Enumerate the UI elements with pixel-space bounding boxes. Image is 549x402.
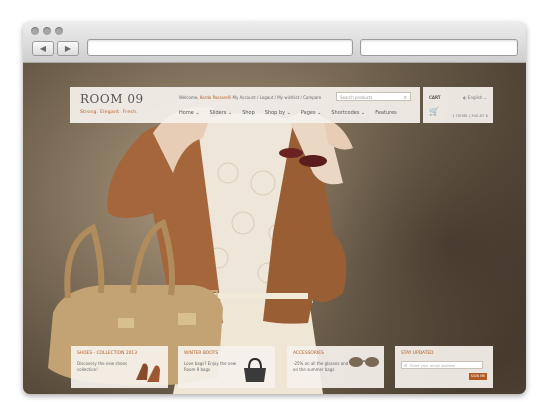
search-placeholder: Search products <box>340 95 373 100</box>
shoes-image <box>136 363 160 382</box>
back-arrow-icon[interactable]: ◀ <box>32 41 54 56</box>
address-bar[interactable] <box>87 39 353 56</box>
cart-label: CART <box>429 95 441 100</box>
newsletter-placeholder: Enter your email address <box>410 364 456 368</box>
promo-title: WINTER BOOTS <box>184 351 219 356</box>
site-tagline: Strong. Elegant. Fresh. <box>80 110 138 115</box>
forward-arrow-icon[interactable]: ▶ <box>57 41 79 56</box>
menu-item-features[interactable]: Features <box>375 110 397 116</box>
sunglasses-image <box>349 357 379 367</box>
promo-desc: Love bags? Enjoy the new Room 9 bags <box>184 361 237 372</box>
web-page: ROOM 09 Strong. Elegant. Fresh. Welcome,… <box>23 63 526 394</box>
browser-chrome: ◀ ▶ <box>23 22 526 63</box>
site-header: ROOM 09 Strong. Elegant. Fresh. Welcome,… <box>70 87 420 123</box>
newsletter-email-input[interactable]: ✉ Enter your email address <box>401 361 483 369</box>
cart-panel[interactable]: CART ◐ English ⌄ 🛒 1 ITEMS | 300.87 $ <box>423 87 493 123</box>
menu-item-shop-by[interactable]: Shop by ⌄ <box>265 110 291 116</box>
maximize-dot[interactable] <box>55 27 63 35</box>
welcome-bar: Welcome, Kerdo Passarelli My Account / L… <box>179 95 321 100</box>
newsletter-submit-button[interactable]: SIGN ME <box>469 373 487 380</box>
menu-item-label: Shop by <box>264 110 286 116</box>
main-menu: Home ⌄ Sliders ⌄ Shop Shop by ⌄ Pages ⌄ … <box>179 110 397 116</box>
menu-item-label: Home <box>179 110 194 116</box>
menu-item-label: Shortcodes <box>331 110 360 116</box>
language-selector[interactable]: ◐ English ⌄ <box>463 95 487 100</box>
menu-item-shop[interactable]: Shop <box>242 110 255 116</box>
site-logo[interactable]: ROOM 09 <box>80 92 144 106</box>
promo-desc: -25% on all the glasses and on the summe… <box>293 361 349 372</box>
cart-summary: 1 ITEMS | 300.87 $ <box>452 113 488 118</box>
search-icon[interactable]: ⌕ <box>404 93 407 102</box>
menu-item-pages[interactable]: Pages ⌄ <box>301 110 322 116</box>
search-input[interactable]: Search products ⌕ <box>336 92 411 101</box>
promo-shoes[interactable]: SHOES - COLLECTION 2013 Discovery the ne… <box>71 346 168 388</box>
menu-item-label: Pages <box>300 110 316 116</box>
menu-item-home[interactable]: Home ⌄ <box>179 110 200 116</box>
menu-item-sliders[interactable]: Sliders ⌄ <box>210 110 233 116</box>
minimize-dot[interactable] <box>43 27 51 35</box>
search-bar[interactable] <box>360 39 518 56</box>
bag-image <box>244 357 266 382</box>
mail-icon: ✉ <box>404 363 408 368</box>
promo-winter-boots[interactable]: WINTER BOOTS Love bags? Enjoy the new Ro… <box>178 346 275 388</box>
browser-window: ◀ ▶ ROOM 09 Strong. Elegant. Fresh. Welc… <box>23 22 526 394</box>
menu-item-label: Sliders <box>209 110 227 116</box>
shopping-cart-icon[interactable]: 🛒 <box>429 107 439 116</box>
promo-desc: Discovery the new shoes collection! <box>77 361 128 372</box>
account-links[interactable]: My Account / Logout / My wishlist / Comp… <box>233 95 322 100</box>
promo-title: ACCESSORIES <box>293 351 324 356</box>
user-name[interactable]: Kerdo Passarelli <box>200 95 231 100</box>
promo-title: SHOES - COLLECTION 2013 <box>77 351 138 356</box>
promo-accessories[interactable]: ACCESSORIES -25% on all the glasses and … <box>287 346 384 388</box>
newsletter-box: STAY UPDATED ✉ Enter your email address … <box>395 346 493 388</box>
language-label: English <box>467 95 483 100</box>
menu-item-shortcodes[interactable]: Shortcodes ⌄ <box>331 110 365 116</box>
close-dot[interactable] <box>31 27 39 35</box>
welcome-prefix: Welcome, <box>179 95 199 100</box>
newsletter-title: STAY UPDATED <box>401 351 434 356</box>
